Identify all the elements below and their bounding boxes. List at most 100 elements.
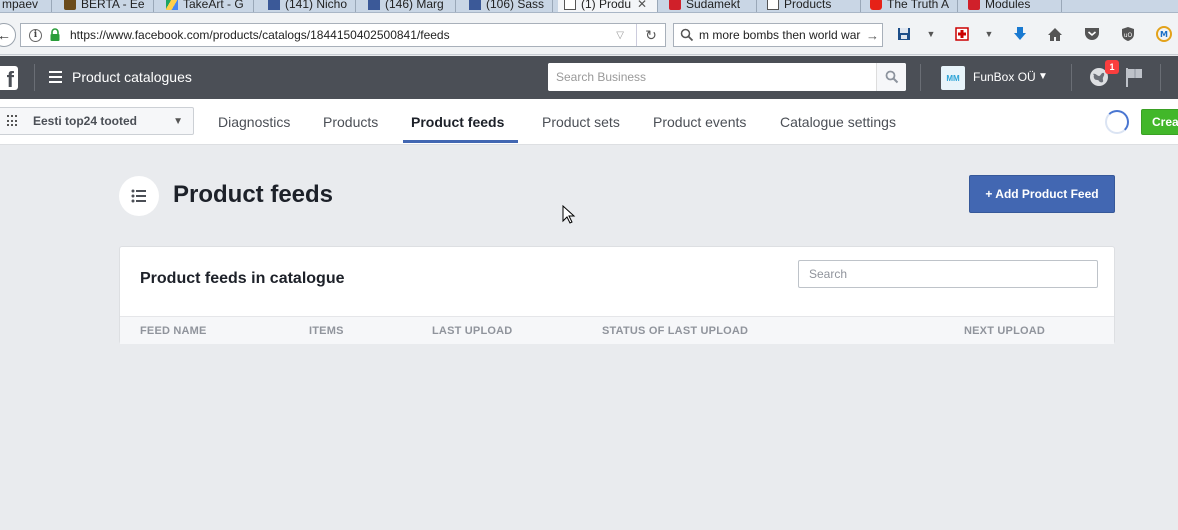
- svg-text:uO: uO: [1124, 32, 1133, 39]
- business-search-input[interactable]: [548, 63, 876, 91]
- catalogue-subnav: Eesti top24 tooted ▼ Diagnostics Product…: [0, 99, 1178, 145]
- tab-product-events[interactable]: Product events: [653, 114, 746, 130]
- active-tab-indicator: [403, 140, 518, 143]
- browser-toolbar: ← i https://www.facebook.com/products/ca…: [0, 13, 1178, 55]
- sudamekt-icon: [669, 0, 681, 10]
- mouse-cursor-icon: [562, 205, 576, 224]
- browser-tab[interactable]: (106) Sass: [463, 0, 553, 12]
- tab-label: The Truth A: [887, 0, 950, 11]
- search-icon: [885, 70, 898, 84]
- business-name[interactable]: FunBox OÜ: [973, 70, 1036, 84]
- loading-spinner-icon: [1105, 110, 1129, 134]
- panel-title: Product feeds in catalogue: [140, 270, 345, 287]
- product-feeds-panel: Product feeds in catalogue FEED NAME ITE…: [119, 246, 1115, 344]
- column-header-next-upload[interactable]: NEXT UPLOAD: [964, 325, 1045, 337]
- catalogue-name: Eesti top24 tooted: [33, 114, 138, 128]
- download-icon[interactable]: [1010, 24, 1030, 44]
- url-bar[interactable]: i https://www.facebook.com/products/cata…: [20, 23, 666, 47]
- url-dropdown-icon[interactable]: ▽: [616, 30, 624, 41]
- facebook-logo-icon[interactable]: f: [0, 66, 18, 90]
- business-search-button[interactable]: [876, 63, 906, 91]
- column-header-last-upload[interactable]: LAST UPLOAD: [432, 325, 512, 337]
- home-icon[interactable]: [1045, 24, 1065, 44]
- column-header-feed-name[interactable]: FEED NAME: [140, 325, 207, 337]
- chevron-down-icon[interactable]: ▼: [979, 24, 999, 44]
- pocket-icon[interactable]: [1082, 24, 1102, 44]
- page-section-title[interactable]: Product catalogues: [72, 69, 192, 85]
- caret-down-icon: ▼: [173, 115, 183, 127]
- tab-close-icon[interactable]: ✕: [637, 0, 647, 11]
- tab-label: Sudamekt: [686, 0, 741, 11]
- browser-tab[interactable]: (146) Marg: [362, 0, 456, 12]
- drive-icon: [166, 0, 178, 10]
- header-divider: [920, 64, 921, 91]
- table-header: FEED NAME ITEMS LAST UPLOAD STATUS OF LA…: [120, 316, 1114, 344]
- create-button[interactable]: Crea: [1141, 109, 1178, 135]
- browser-tab[interactable]: Products: [761, 0, 861, 12]
- tab-label: TakeArt - G: [183, 0, 244, 11]
- browser-tab[interactable]: Sudamekt: [663, 0, 757, 12]
- ublock-icon[interactable]: uO: [1118, 24, 1138, 44]
- berta-icon: [64, 0, 76, 10]
- back-arrow-icon: ←: [0, 27, 11, 43]
- tab-diagnostics[interactable]: Diagnostics: [218, 114, 290, 130]
- facebook-icon: [268, 0, 280, 10]
- tab-label: (146) Marg: [385, 0, 444, 11]
- first-aid-icon[interactable]: [952, 24, 972, 44]
- youtube-icon: [870, 0, 882, 10]
- facebook-icon: [368, 0, 380, 10]
- svg-text:M: M: [1160, 30, 1168, 39]
- browser-search-bar[interactable]: m more bombs then world war →: [673, 23, 883, 47]
- browser-tab[interactable]: BERTA - Ee: [58, 0, 154, 12]
- header-divider: [1071, 64, 1072, 91]
- tab-product-feeds[interactable]: Product feeds: [411, 114, 504, 130]
- header-divider: [34, 64, 35, 91]
- browser-tab-active[interactable]: (1) Produ ✕: [558, 0, 658, 12]
- page-title: Product feeds: [173, 181, 334, 208]
- url-text[interactable]: https://www.facebook.com/products/catalo…: [70, 28, 616, 42]
- hamburger-menu-icon[interactable]: [49, 71, 62, 83]
- grid-icon: [7, 115, 19, 127]
- caret-down-icon[interactable]: ▼: [1038, 71, 1048, 82]
- tab-label: (1) Produ: [581, 0, 632, 11]
- header-divider: [1160, 64, 1161, 91]
- flag-icon[interactable]: [1124, 66, 1144, 88]
- page-icon: [767, 0, 779, 10]
- catalogue-selector[interactable]: Eesti top24 tooted ▼: [0, 107, 194, 135]
- save-icon[interactable]: [894, 24, 914, 44]
- tab-label: Modules: [985, 0, 1031, 11]
- browser-tab[interactable]: The Truth A: [864, 0, 958, 12]
- tab-label: BERTA - Ee: [81, 0, 145, 11]
- business-search: [548, 63, 906, 91]
- search-icon: [680, 28, 694, 42]
- feed-search-input[interactable]: [798, 260, 1098, 288]
- tab-label: (106) Sass: [486, 0, 545, 11]
- list-icon: [119, 176, 159, 216]
- column-header-status[interactable]: STATUS OF LAST UPLOAD: [602, 325, 748, 337]
- column-header-items[interactable]: ITEMS: [309, 325, 344, 337]
- reload-icon[interactable]: ↻: [637, 27, 665, 44]
- search-query[interactable]: m more bombs then world war: [699, 28, 866, 42]
- chevron-down-icon[interactable]: ▼: [921, 24, 941, 44]
- browser-tab[interactable]: TakeArt - G: [160, 0, 254, 12]
- facebook-header: f Product catalogues MM FunBox OÜ ▼ 1: [0, 56, 1178, 99]
- browser-tab[interactable]: mpaev: [0, 0, 52, 12]
- lock-icon[interactable]: [49, 28, 61, 42]
- tab-catalogue-settings[interactable]: Catalogue settings: [780, 114, 896, 130]
- browser-tab-strip: mpaev BERTA - Ee TakeArt - G (141) Nicho…: [0, 0, 1178, 13]
- tab-products[interactable]: Products: [323, 114, 378, 130]
- back-button[interactable]: ←: [0, 23, 16, 47]
- browser-tab[interactable]: (141) Nicho: [262, 0, 356, 12]
- tab-product-sets[interactable]: Product sets: [542, 114, 620, 130]
- page-icon: [564, 0, 576, 10]
- extension-m-icon[interactable]: M: [1154, 24, 1174, 44]
- tab-label: Products: [784, 0, 832, 11]
- info-icon[interactable]: i: [29, 28, 42, 42]
- modules-icon: [968, 0, 980, 10]
- business-avatar[interactable]: MM: [941, 66, 965, 90]
- arrow-right-icon[interactable]: →: [866, 28, 882, 43]
- facebook-icon: [469, 0, 481, 10]
- tab-label: (141) Nicho: [285, 0, 348, 11]
- browser-tab[interactable]: Modules: [962, 0, 1062, 12]
- add-product-feed-button[interactable]: + Add Product Feed: [969, 175, 1115, 213]
